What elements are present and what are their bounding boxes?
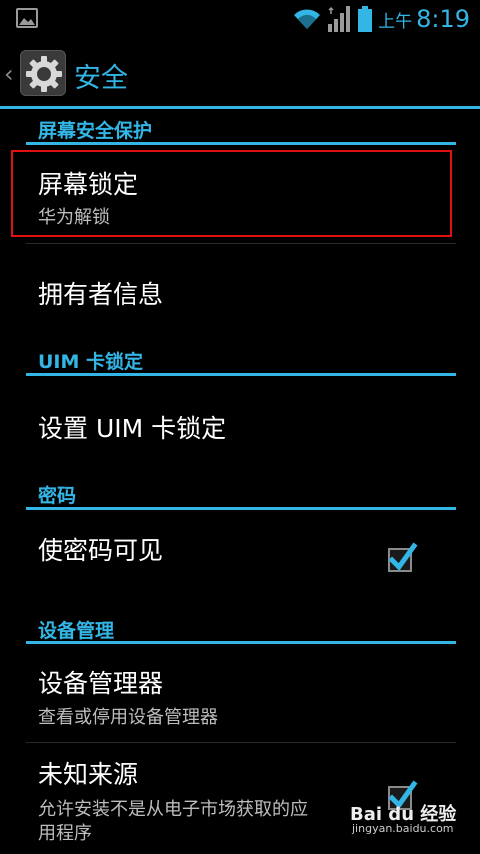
section-divider xyxy=(26,641,456,644)
status-bar: 上午 8:19 xyxy=(0,0,480,38)
section-header-device: 设备管理 xyxy=(38,620,115,642)
item-title: 未知来源 xyxy=(38,760,139,789)
gallery-icon xyxy=(16,8,38,28)
item-subtitle: 查看或停用设备管理器 xyxy=(38,707,218,728)
item-subtitle: 允许安装不是从电子市场获取的应 xyxy=(38,799,308,820)
settings-gear-icon[interactable] xyxy=(20,50,66,96)
section-divider xyxy=(26,142,456,145)
wifi-icon xyxy=(294,9,321,29)
action-bar-divider xyxy=(0,106,480,109)
item-subtitle: 用程序 xyxy=(38,823,92,844)
highlight-box xyxy=(11,150,452,237)
action-bar: ‹ 安全 xyxy=(0,38,480,110)
item-title: 拥有者信息 xyxy=(38,280,164,309)
show-password-checkbox[interactable] xyxy=(388,542,418,572)
back-chevron-icon[interactable]: ‹ xyxy=(4,60,14,88)
section-header-screen: 屏幕安全保护 xyxy=(38,120,153,142)
signal-icon xyxy=(328,6,351,32)
status-icons: 上午 8:19 xyxy=(292,4,470,34)
row-divider xyxy=(26,243,456,244)
section-header-uim: UIM 卡锁定 xyxy=(38,351,144,373)
battery-icon xyxy=(358,6,373,32)
item-title: 设备管理器 xyxy=(38,669,164,698)
row-divider xyxy=(26,742,456,743)
watermark: Bai du 经验 jingyan.baidu.com xyxy=(350,800,470,840)
ampm-label: 上午 xyxy=(378,11,413,32)
section-divider xyxy=(26,373,456,376)
item-title: 使密码可见 xyxy=(38,536,164,565)
item-title: 设置 UIM 卡锁定 xyxy=(38,414,227,443)
section-header-password: 密码 xyxy=(38,485,77,507)
section-divider xyxy=(26,507,456,510)
watermark-url: jingyan.baidu.com xyxy=(352,822,454,835)
page-title: 安全 xyxy=(74,63,128,94)
clock: 8:19 xyxy=(416,5,470,33)
